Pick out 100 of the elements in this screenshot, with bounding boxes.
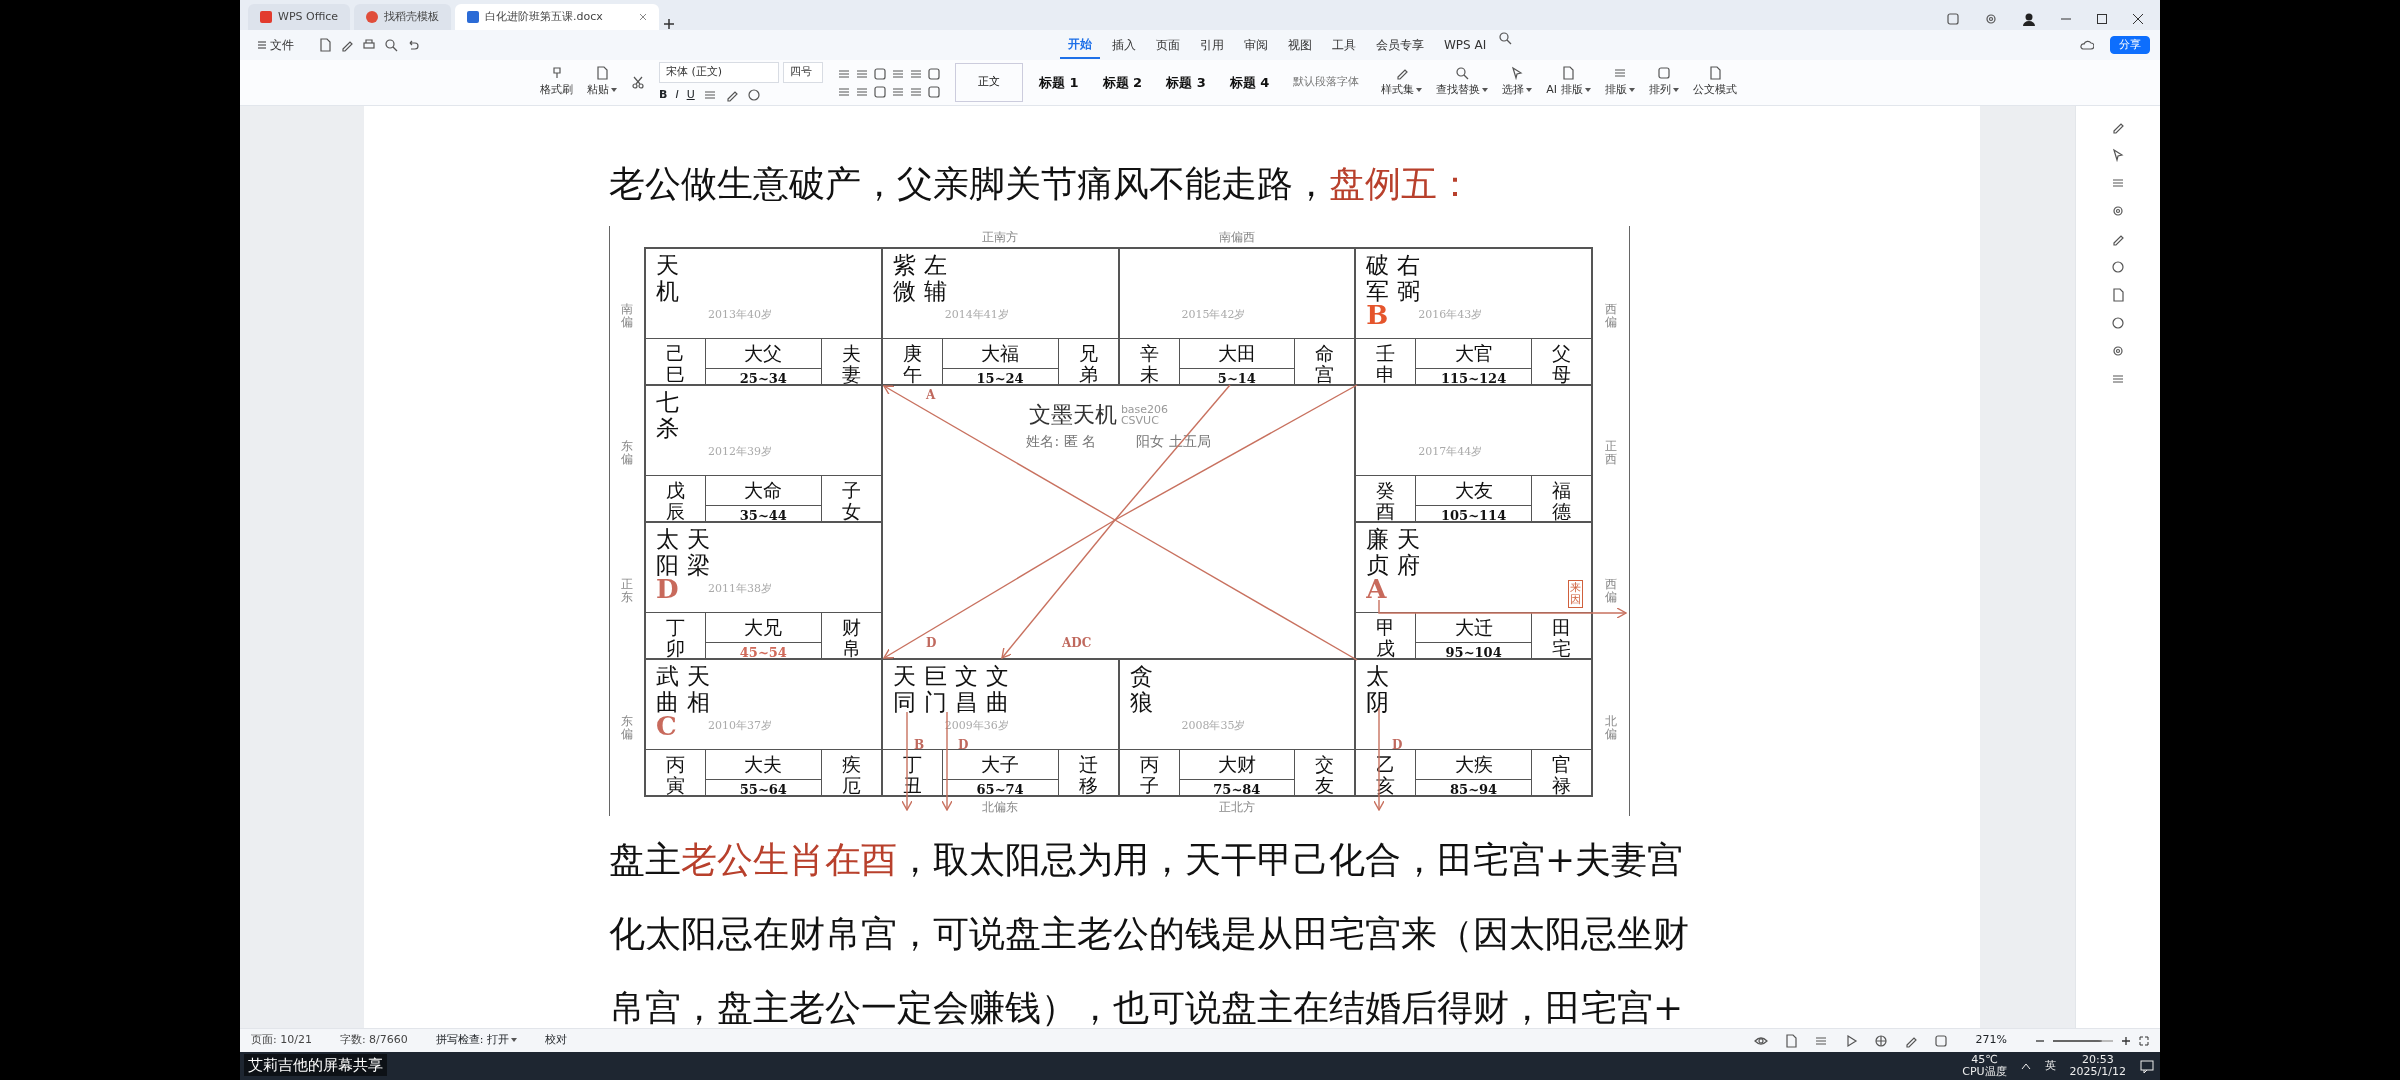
- cloud-icon[interactable]: [2080, 38, 2094, 52]
- cursor-icon: [1510, 66, 1525, 81]
- add-tab-icon[interactable]: [662, 18, 675, 30]
- toolbar-button[interactable]: 样式集: [1381, 66, 1423, 99]
- star-name: 紫微: [892, 253, 916, 306]
- style-option[interactable]: 标题 2: [1094, 70, 1151, 95]
- stem-branch: 己巳: [666, 342, 685, 384]
- palace-name: 福德: [1552, 479, 1571, 521]
- age-range: 105~114: [1440, 506, 1508, 521]
- file-menu[interactable]: 文件: [250, 32, 302, 58]
- close-icon[interactable]: [2132, 13, 2144, 25]
- globe-icon[interactable]: [1873, 1033, 1888, 1048]
- screen-share-label: 艾莉吉他的屏幕共享: [244, 1054, 387, 1076]
- maximize-icon[interactable]: [2096, 13, 2108, 25]
- caret-icon: [1628, 88, 1635, 93]
- window-icon[interactable]: [1946, 12, 1960, 26]
- year-label: 2014年41岁: [944, 306, 1009, 323]
- caret-icon: [1672, 88, 1679, 93]
- style-option[interactable]: 标题 4: [1221, 70, 1278, 95]
- preview-icon[interactable]: [384, 38, 398, 52]
- menu-tab[interactable]: 工具: [1324, 31, 1364, 59]
- star-name: 太阴: [1366, 664, 1390, 717]
- sliders-icon[interactable]: [2111, 372, 2125, 386]
- share-button[interactable]: 分享: [2110, 35, 2150, 55]
- caret-icon: [1482, 88, 1489, 93]
- year-label: 2013年40岁: [708, 306, 772, 323]
- border-icon[interactable]: [873, 66, 887, 81]
- document-tab[interactable]: 白化进阶班第五课.docx: [455, 4, 659, 30]
- toolbar-button[interactable]: 排版: [1604, 66, 1635, 99]
- document-icon: [467, 11, 480, 23]
- format-button[interactable]: U: [686, 86, 695, 103]
- toolbar-button[interactable]: 选择: [1502, 66, 1533, 99]
- font-size-field[interactable]: 四号: [783, 62, 823, 83]
- palace-name: 官禄: [1552, 753, 1571, 795]
- toolbar-button[interactable]: 公文模式: [1692, 66, 1737, 99]
- spell-check-button[interactable]: 拼写检查: 打开: [435, 1032, 517, 1049]
- document-tab[interactable]: 找稻壳模板: [354, 4, 452, 30]
- zoom-slider[interactable]: [2053, 1039, 2113, 1042]
- sliders-icon[interactable]: [2111, 176, 2125, 190]
- document-icon[interactable]: [2111, 288, 2125, 302]
- border-icon[interactable]: [873, 84, 887, 99]
- toolbar-button[interactable]: 格式刷: [540, 66, 573, 99]
- year-label: 2017年44岁: [1418, 443, 1483, 460]
- palace-name: 子女: [841, 479, 861, 521]
- page-view-icon[interactable]: [1783, 1033, 1798, 1048]
- decade-label: 大官: [1416, 339, 1531, 369]
- age-range: 55~64: [738, 780, 788, 795]
- clock-time: 20:53: [2081, 1054, 2114, 1066]
- age-range: 45~54: [738, 643, 788, 658]
- style-option[interactable]: 正文: [955, 63, 1023, 102]
- temperature-label: CPU温度: [1962, 1066, 2007, 1078]
- document-tab[interactable]: WPS Office: [248, 4, 351, 30]
- chevron-icon[interactable]: [2020, 1062, 2031, 1070]
- page-count: 页面: 10/21: [251, 1032, 312, 1049]
- proofread-button[interactable]: 校对: [545, 1032, 567, 1049]
- menu-tab[interactable]: 会员专享: [1368, 31, 1432, 59]
- style-option[interactable]: 标题 1: [1031, 70, 1087, 95]
- decade-label: 大疾: [1416, 750, 1531, 780]
- zoom-in-icon[interactable]: [2121, 1035, 2131, 1046]
- avatar-icon[interactable]: [2022, 12, 2036, 26]
- fullscreen-icon[interactable]: [2139, 1035, 2149, 1046]
- menu-tab[interactable]: WPS AI: [1436, 31, 1495, 59]
- palace-name: 财帛: [841, 616, 861, 658]
- palace-name: 疾厄: [841, 753, 861, 795]
- stamp-label: 来因: [1568, 579, 1583, 608]
- code-label: CSVUC: [1120, 414, 1160, 426]
- palace-name: 父母: [1552, 342, 1571, 384]
- border-icon[interactable]: [927, 66, 941, 81]
- menu-tab[interactable]: 页面: [1148, 31, 1188, 59]
- font-field[interactable]: 宋体 (正文): [659, 62, 779, 83]
- format-button[interactable]: B: [659, 86, 668, 103]
- search-icon[interactable]: [1498, 31, 1513, 45]
- cursor-icon[interactable]: [2111, 148, 2125, 162]
- toolbar-button[interactable]: 排列: [1648, 66, 1679, 99]
- scissors-icon[interactable]: [631, 75, 645, 90]
- notification-icon[interactable]: [2140, 1059, 2154, 1073]
- toolbar-button[interactable]: 查找替换: [1436, 66, 1489, 99]
- menu-tab[interactable]: 视图: [1280, 31, 1320, 59]
- menu-tab[interactable]: 审阅: [1236, 31, 1276, 59]
- star-name: 贪狼: [1129, 664, 1153, 717]
- save-icon[interactable]: [318, 38, 332, 52]
- palace-name: 交友: [1315, 753, 1335, 795]
- style-option[interactable]: 默认段落字体: [1285, 72, 1368, 93]
- border-icon[interactable]: [927, 84, 941, 99]
- toolbar-button[interactable]: 粘贴: [587, 66, 617, 99]
- arrow-label: D: [926, 635, 937, 652]
- decade-label: 大子: [942, 750, 1058, 780]
- menu-tab[interactable]: 引用: [1192, 31, 1232, 59]
- age-range: 35~44: [738, 506, 788, 521]
- menu-tab[interactable]: 插入: [1104, 31, 1144, 59]
- toolbar-button[interactable]: AI 排版: [1546, 66, 1591, 99]
- zoom-level[interactable]: 271%: [1975, 1032, 2007, 1049]
- print-icon[interactable]: [362, 38, 376, 52]
- direction-label: 西偏: [1605, 302, 1617, 329]
- input-language[interactable]: 英: [2044, 1057, 2056, 1075]
- format-button[interactable]: I: [675, 86, 679, 103]
- direction-label: 东偏: [621, 440, 633, 467]
- decade-label: 大夫: [706, 750, 821, 780]
- age-range: 95~104: [1444, 643, 1503, 658]
- style-option[interactable]: 标题 3: [1158, 70, 1214, 95]
